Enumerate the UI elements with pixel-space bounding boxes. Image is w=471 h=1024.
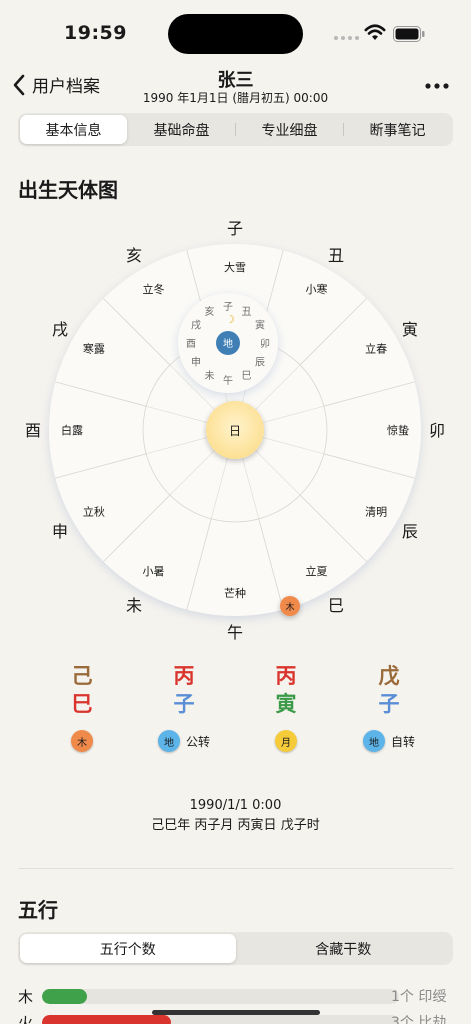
more-options-icon[interactable] bbox=[422, 74, 452, 98]
pillar-badge-label: 公转 bbox=[185, 734, 210, 749]
pillar-badge-label: 自转 bbox=[390, 734, 415, 749]
solar-term-label: 小寒 bbox=[306, 282, 328, 296]
solar-term-label: 立秋 bbox=[83, 505, 105, 519]
branch-label: 辰 bbox=[402, 522, 418, 541]
inner-branch-label: 巳 bbox=[242, 370, 252, 382]
branch-label: 戌 bbox=[52, 320, 68, 339]
solar-term-label: 立夏 bbox=[306, 564, 328, 578]
tab-basic-info[interactable]: 基本信息 bbox=[20, 115, 127, 144]
section-title-wuxing: 五行 bbox=[18, 898, 58, 922]
wuxing-bar-value: 1个 印绶 bbox=[391, 989, 447, 1005]
inner-branch-label: 未 bbox=[205, 370, 215, 382]
solar-term-label: 白露 bbox=[61, 423, 83, 437]
branch-label: 申 bbox=[52, 522, 68, 541]
celestial-chart: 日 地 ☽ 木 子丑寅卯辰巳午未申酉戌亥 大雪 小寒 立春 惊蛰 清明 立夏 芒种 小暑 立秋白… bbox=[0, 210, 471, 650]
inner-branch-label: 辰 bbox=[255, 357, 265, 369]
inner-branch-label: 酉 bbox=[186, 339, 196, 350]
inner-branch-label: 寅 bbox=[255, 319, 265, 332]
wuxing-bar-label: 木 bbox=[18, 988, 34, 1006]
wuxing-bar-track bbox=[42, 989, 399, 1004]
home-indicator bbox=[152, 1010, 320, 1015]
section-title-celestial: 出生天体图 bbox=[18, 178, 118, 202]
pillar-stem: 戊 bbox=[378, 664, 400, 688]
four-pillars: 己 巳 木 丙 子 地公转 丙 寅 月 戊 子 地自转 bbox=[0, 662, 471, 762]
inner-branch-label: 子 bbox=[223, 301, 233, 313]
solar-term-label: 小暑 bbox=[143, 565, 165, 578]
main-tab-bar: 基本信息 基础命盘 专业细盘 断事笔记 bbox=[18, 113, 453, 146]
inner-branch-label: 丑 bbox=[242, 307, 252, 318]
branch-label: 卯 bbox=[429, 421, 445, 440]
tab-notes[interactable]: 断事笔记 bbox=[344, 115, 451, 144]
pillar-badge: 木 bbox=[71, 730, 93, 752]
branch-label: 未 bbox=[126, 596, 142, 615]
solar-term-label: 大雪 bbox=[224, 260, 246, 274]
birth-datetime: 1990/1/1 0:00 bbox=[189, 798, 282, 813]
battery-icon bbox=[393, 26, 425, 42]
celestial-chart-svg: 日 地 ☽ 木 子丑寅卯辰巳午未申酉戌亥 大雪小寒立春惊蛰清明立夏芒种小暑立秋白… bbox=[25, 219, 445, 642]
branch-label: 寅 bbox=[402, 320, 418, 339]
branch-label: 亥 bbox=[126, 246, 142, 265]
pillar-day: 丙 寅 月 bbox=[236, 662, 336, 752]
birth-ganzhi: 己巳年 丙子月 丙寅日 戊子时 bbox=[151, 818, 320, 833]
solar-term-label: 芒种 bbox=[224, 586, 246, 600]
birth-info: 1990/1/1 0:00 己巳年 丙子月 丙寅日 戊子时 bbox=[0, 796, 471, 836]
tab-hidden-stems-count[interactable]: 含藏干数 bbox=[236, 934, 452, 963]
cellular-signal-icon bbox=[334, 36, 359, 40]
inner-branch-label: 申 bbox=[191, 356, 201, 369]
inner-branch-label: 亥 bbox=[205, 305, 215, 318]
wuxing-bar-label: 火 bbox=[18, 1014, 34, 1024]
tab-detailed-chart[interactable]: 专业细盘 bbox=[236, 115, 343, 144]
tab-basic-chart[interactable]: 基础命盘 bbox=[128, 115, 235, 144]
pillar-year: 己 巳 木 bbox=[32, 662, 132, 752]
dynamic-island bbox=[168, 14, 303, 54]
moon-icon: ☽ bbox=[225, 313, 235, 326]
pillar-badge: 月 bbox=[275, 730, 297, 752]
branch-label: 午 bbox=[227, 623, 243, 642]
pillar-stem: 己 bbox=[71, 664, 93, 688]
pillar-badge: 地 bbox=[157, 730, 180, 752]
solar-term-label: 寒露 bbox=[83, 342, 105, 356]
wuxing-bar-fill bbox=[42, 1015, 171, 1024]
wood-planet-label: 木 bbox=[285, 601, 294, 613]
wuxing-bar-row: 木 1个 印绶 bbox=[18, 986, 453, 1008]
pillar-branch: 寅 bbox=[275, 692, 297, 716]
wuxing-bar-value: 3个 比劫 bbox=[391, 1015, 447, 1024]
tab-wuxing-count[interactable]: 五行个数 bbox=[20, 934, 236, 963]
pillar-branch: 子 bbox=[378, 692, 400, 716]
page-subtitle: 1990 年1月1日 (腊月初五) 00:00 bbox=[142, 91, 329, 105]
wuxing-tab-bar: 五行个数 含藏干数 bbox=[18, 932, 453, 965]
section-divider bbox=[18, 868, 453, 869]
inner-branch-label: 午 bbox=[223, 374, 233, 387]
sun-label: 日 bbox=[229, 424, 241, 438]
pillar-branch: 子 bbox=[173, 692, 195, 716]
solar-term-label: 立春 bbox=[365, 342, 387, 356]
wuxing-bar-fill bbox=[42, 989, 87, 1004]
wifi-icon bbox=[364, 24, 386, 40]
branch-label: 丑 bbox=[328, 246, 344, 265]
navigation-bar: 用户档案 张三 1990 年1月1日 (腊月初五) 00:00 bbox=[0, 64, 471, 108]
inner-branch-label: 戌 bbox=[191, 319, 201, 332]
solar-term-label: 立冬 bbox=[143, 282, 165, 296]
pillar-hour: 戊 子 地自转 bbox=[339, 662, 439, 752]
pillar-month: 丙 子 地公转 bbox=[134, 662, 234, 752]
inner-branch-label: 卯 bbox=[260, 338, 270, 350]
branch-label: 酉 bbox=[25, 421, 41, 440]
pillar-stem: 丙 bbox=[275, 664, 297, 688]
branch-label: 子 bbox=[227, 219, 243, 238]
solar-term-label: 惊蛰 bbox=[387, 423, 409, 437]
pillar-stem: 丙 bbox=[173, 664, 195, 688]
wuxing-bar-track bbox=[42, 1015, 399, 1024]
pillar-branch: 巳 bbox=[71, 692, 93, 716]
solar-term-label: 清明 bbox=[365, 506, 387, 519]
status-time: 19:59 bbox=[64, 22, 127, 44]
pillar-badge: 地 bbox=[362, 730, 385, 752]
status-bar: 19:59 bbox=[0, 0, 471, 64]
earth-label: 地 bbox=[223, 337, 233, 350]
branch-label: 巳 bbox=[328, 596, 344, 615]
